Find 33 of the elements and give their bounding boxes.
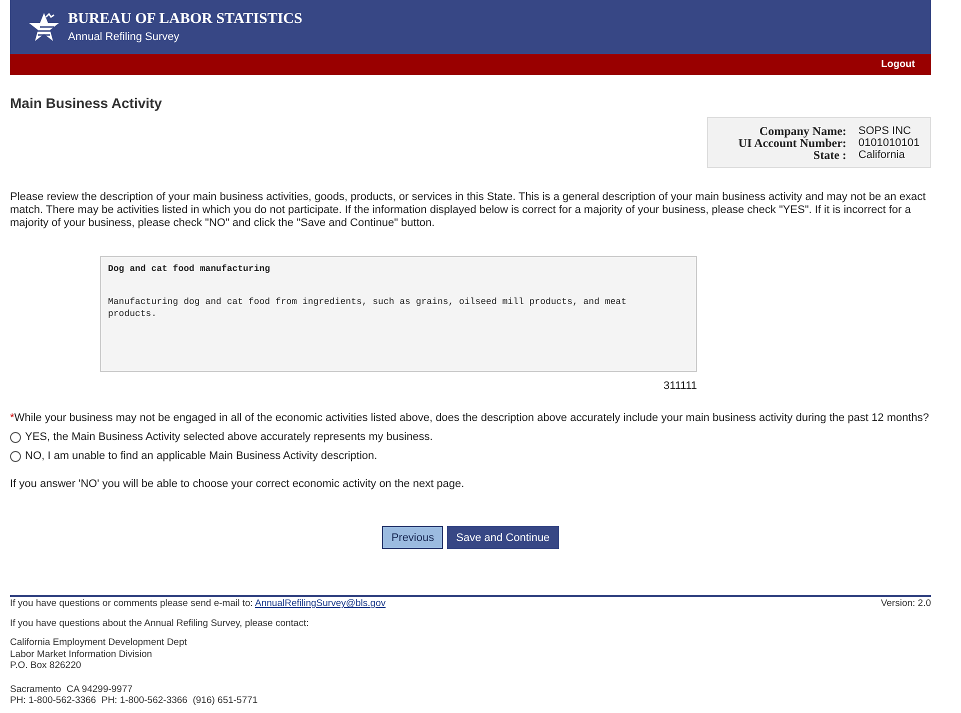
address-line: P.O. Box 826220 <box>10 660 82 672</box>
instructions-text: Please review the description of your main business activities, goods, products, or services in this State. This is a general description of your main business activity and may not be an exact match. There may be activities listed in which you do not participate. If the information displayed below is correct for a majority of your business, please check "YES". If it is incorrect for a majority of your business, please check "NO" and click the "Save and Continue" button. <box>10 191 927 230</box>
option-label: NO, I am unable to find an applicable Main Business Activity description. <box>25 450 378 462</box>
logout-link[interactable]: Logout <box>881 59 915 70</box>
address-line: Labor Market Information Division <box>10 648 154 660</box>
email-text: If you have questions or comments please send e-mail to: AnnualRefilingSurvey@bls.gov <box>10 598 386 609</box>
address-line: PH: 1-800-562-3366 PH: 1-800-562-3366 (916) 651-5771 <box>10 695 259 706</box>
site-title: BUREAU OF LABOR STATISTICS <box>68 11 302 28</box>
address-line: Sacramento CA 94299-9977 <box>10 684 134 695</box>
version-text: Version: 2.0 <box>880 598 931 609</box>
info-label: Company Name: <box>758 125 846 137</box>
save-continue-button[interactable]: Save and Continue <box>447 526 559 549</box>
required-mark: * <box>10 412 14 424</box>
note-text: If you answer 'NO' you will be able to choose your correct economic activity on the next page. <box>10 478 466 490</box>
site-subtitle: Annual Refiling Survey <box>68 31 180 43</box>
contact-text: If you have questions about the Annual Refiling Survey, please contact: <box>10 618 310 629</box>
question-text: While your business may not be engaged in all of the economic activities listed above, does the description above accurately include your main business activity during the past 12 months? <box>14 412 930 424</box>
info-label: UI Account Number: <box>737 137 846 149</box>
radio-button[interactable] <box>10 450 21 462</box>
previous-button[interactable]: Previous <box>382 526 444 549</box>
address-line: California Employment Development Dept <box>10 637 188 648</box>
email-link[interactable]: AnnualRefilingSurvey@bls.gov <box>255 598 386 609</box>
info-value: California <box>858 149 906 161</box>
page-title: Main Business Activity <box>10 95 163 111</box>
info-value: SOPS INC <box>858 125 912 137</box>
activity-code: 311111 <box>662 380 697 392</box>
info-value: 0101010101 <box>858 137 921 149</box>
star-logo-icon <box>28 11 60 43</box>
radio-button[interactable] <box>10 432 21 442</box>
activity-description: Manufacturing dog and cat food from ingredients, such as grains, oilseed mill products, and meat products. <box>108 296 628 320</box>
activity-title: Dog and cat food manufacturing <box>108 264 272 274</box>
option-label: YES, the Main Business Activity selected above accurately represents my business. <box>25 431 433 443</box>
info-label: State : <box>812 149 846 161</box>
